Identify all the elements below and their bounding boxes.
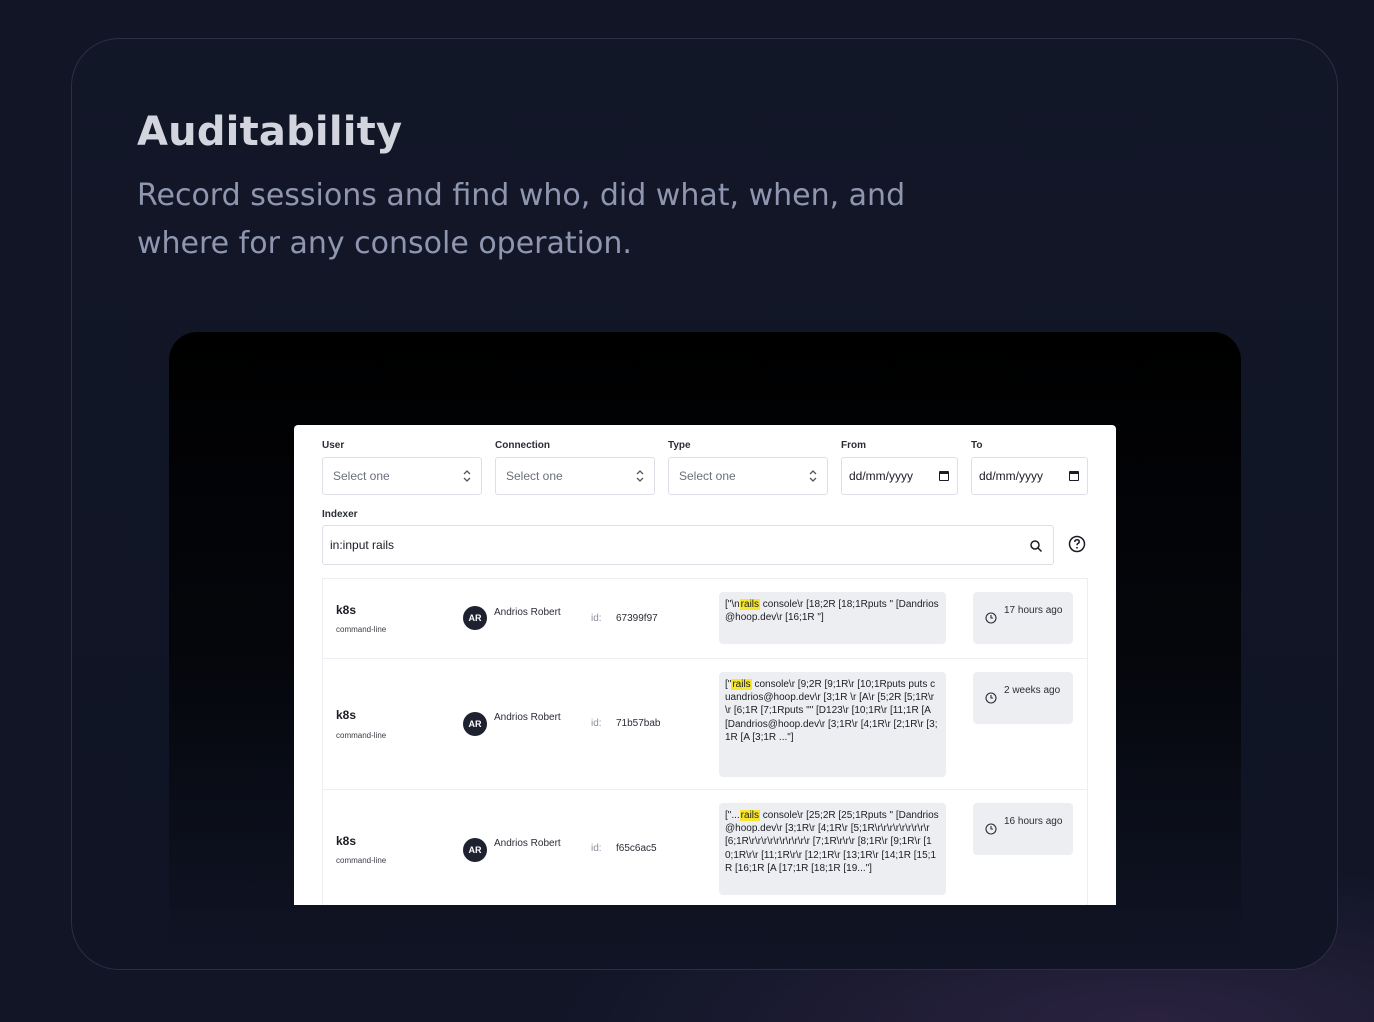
session-connection-name: k8s [336,834,357,848]
indexer-search-input[interactable]: in:input rails [322,525,1054,565]
from-filter-label: From [841,440,866,451]
feature-subtitle: Record sessions and find who, did what, … [137,178,906,261]
log-highlight: rails [739,599,761,610]
session-id: 67399f97 [616,613,658,624]
log-highlight: rails [739,810,761,821]
indexer-label: Indexer [322,509,358,520]
chevron-up-down-icon [809,470,817,482]
avatar: AR [463,838,487,862]
user-select-value: Select one [333,469,390,483]
type-filter-label: Type [668,440,691,451]
session-id-label: id: [591,613,602,624]
session-time-badge: 17 hours ago [973,592,1073,644]
from-date-value: dd/mm/yyyy [849,469,914,483]
calendar-icon[interactable] [939,471,949,481]
session-time: 2 weeks ago [1004,685,1061,696]
session-row[interactable]: k8s command-line AR Andrios Robert id: 6… [322,578,1088,659]
avatar: AR [463,712,487,736]
help-icon[interactable] [1068,535,1086,553]
avatar: AR [463,606,487,630]
session-log-preview: ["\nrails console\r [18;2R [18;1Rputs " … [719,592,946,644]
user-filter-label: User [322,440,345,451]
session-time-badge: 16 hours ago [973,803,1073,855]
connection-select[interactable]: Select one [495,457,655,495]
session-connection-name: k8s [336,708,357,722]
clock-icon [985,692,997,704]
to-filter-label: To [971,440,983,451]
clock-icon [985,823,997,835]
session-log-preview: ["rails console\r [9;2R [9;1R\r [10;1Rpu… [719,672,946,777]
type-select-value: Select one [679,469,736,483]
calendar-icon[interactable] [1069,471,1079,481]
connection-filter-label: Connection [495,440,550,451]
log-text: ["... [725,810,740,821]
session-time-badge: 2 weeks ago [973,672,1073,724]
log-text: console\r [9;2R [9;1R\r [10;1Rputs puts … [725,679,938,743]
session-connection-type: command-line [336,731,387,740]
session-user-name: Andrios Robert [494,838,561,849]
clock-icon [985,612,997,624]
session-id: 71b57bab [616,718,661,729]
user-select[interactable]: Select one [322,457,482,495]
connection-select-value: Select one [506,469,563,483]
log-text: ["\n [725,599,740,610]
from-date-input[interactable]: dd/mm/yyyy [841,457,958,495]
session-connection-type: command-line [336,856,387,865]
session-connection-type: command-line [336,625,387,634]
indexer-search-value: in:input rails [330,538,395,552]
session-connection-name: k8s [336,603,357,617]
session-row[interactable]: k8s command-line AR Andrios Robert id: f… [322,789,1088,905]
session-user-name: Andrios Robert [494,607,561,618]
session-time: 16 hours ago [1004,816,1063,827]
to-date-value: dd/mm/yyyy [979,469,1044,483]
session-row[interactable]: k8s command-line AR Andrios Robert id: 7… [322,658,1088,790]
session-user-name: Andrios Robert [494,712,561,723]
type-select[interactable]: Select one [668,457,828,495]
log-highlight: rails [731,679,752,690]
sessions-panel: User Select one Connection Select one Ty… [294,425,1116,905]
feature-title: Auditability [137,109,403,155]
session-id-label: id: [591,843,602,854]
session-log-preview: ["...rails console\r [25;2R [25;1Rputs "… [719,803,946,895]
chevron-up-down-icon [636,470,644,482]
chevron-up-down-icon [463,470,471,482]
session-id: f65c6ac5 [616,843,657,854]
session-id-label: id: [591,718,602,729]
search-icon[interactable] [1029,539,1043,553]
to-date-input[interactable]: dd/mm/yyyy [971,457,1088,495]
feature-card: Auditability Record sessions and find wh… [71,38,1338,970]
screenshot-backdrop: User Select one Connection Select one Ty… [169,332,1241,952]
session-time: 17 hours ago [1004,605,1063,616]
